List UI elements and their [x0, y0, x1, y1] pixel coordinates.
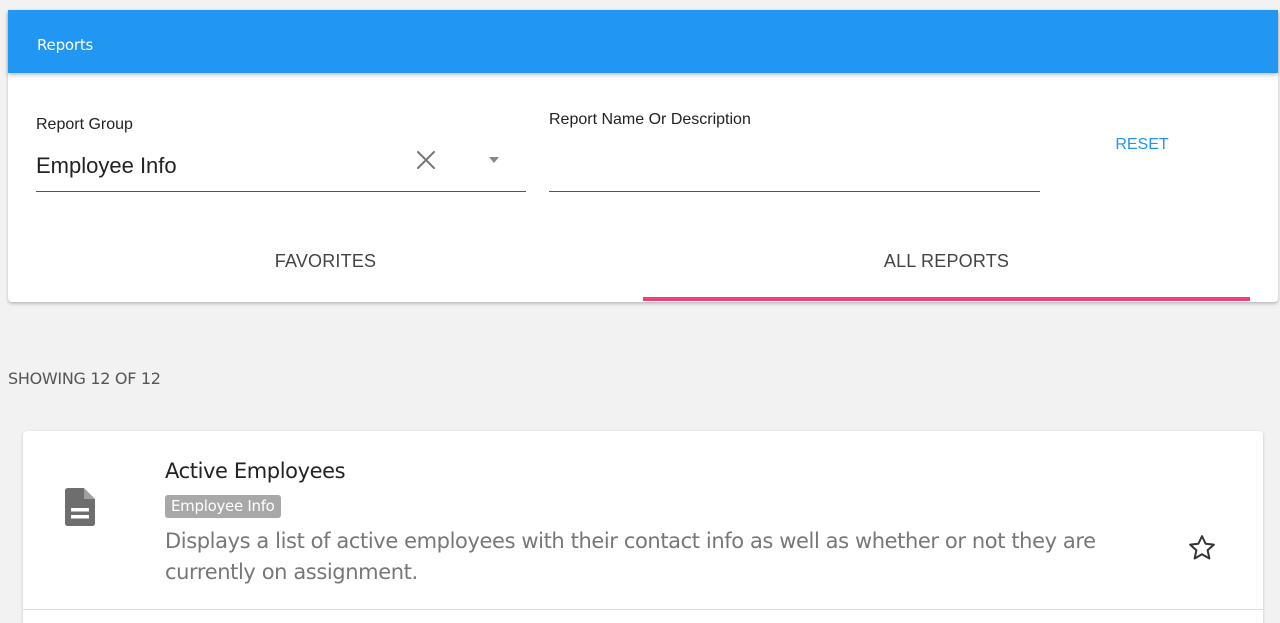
report-description: Displays a list of active employees with… [165, 529, 1096, 584]
tab-all-reports[interactable]: ALL REPORTS [629, 232, 1264, 290]
clear-icon[interactable] [414, 148, 438, 172]
report-group-select[interactable]: Employee Info [36, 140, 526, 192]
report-group-badge: Employee Info [165, 495, 281, 518]
star-outline-icon[interactable] [1187, 533, 1217, 563]
report-group-value: Employee Info [36, 153, 177, 178]
tab-favorites[interactable]: FAVORITES [8, 232, 643, 290]
results-count: SHOWING 12 OF 12 [8, 369, 161, 388]
report-group-label: Report Group [36, 116, 133, 133]
search-underline [549, 191, 1040, 192]
active-tab-indicator [643, 297, 1250, 301]
app-title: Reports [37, 36, 94, 54]
report-title[interactable]: Active Employees [165, 459, 346, 483]
document-icon [65, 488, 95, 526]
report-card[interactable]: Active Employees Employee Info Displays … [23, 431, 1263, 623]
search-input[interactable] [549, 140, 1040, 190]
report-group-underline [36, 191, 526, 192]
app-bar: Reports [8, 10, 1278, 73]
reset-button[interactable]: RESET [1096, 131, 1188, 159]
chevron-down-icon[interactable] [488, 156, 500, 164]
card-divider [23, 609, 1263, 610]
search-label: Report Name Or Description [549, 111, 751, 128]
